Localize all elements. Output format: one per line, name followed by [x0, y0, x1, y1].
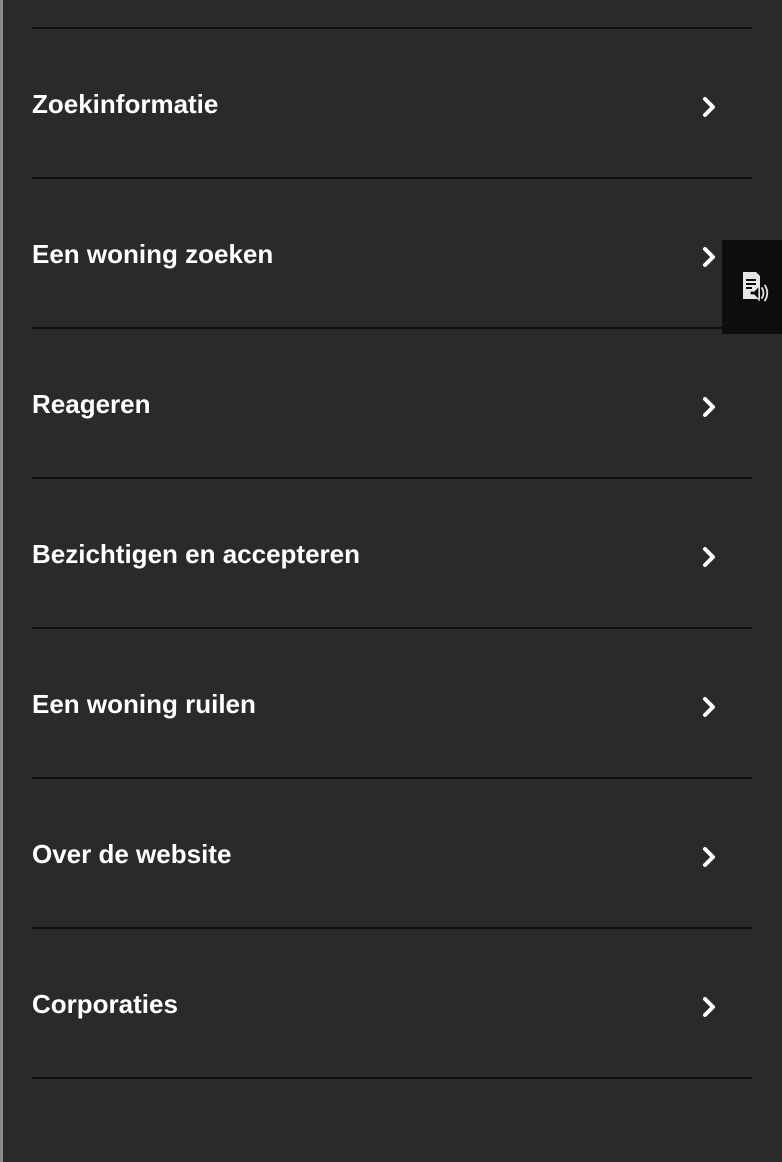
menu-item-label: Bezichtigen en accepteren [32, 539, 360, 569]
menu-item-label: Corporaties [32, 989, 178, 1019]
menu-item-label: Een woning ruilen [32, 689, 256, 719]
menu-item-bezichtigen-en-accepteren[interactable]: Bezichtigen en accepteren [32, 479, 752, 629]
menu-item-label: Zoekinformatie [32, 89, 219, 119]
chevron-right-icon [700, 395, 720, 419]
read-aloud-icon [743, 272, 769, 302]
menu-item-label: Een woning zoeken [32, 239, 274, 269]
menu-item-reageren[interactable]: Reageren [32, 329, 752, 479]
chevron-right-icon [700, 995, 720, 1019]
chevron-right-icon [700, 95, 720, 119]
chevron-right-icon [700, 545, 720, 569]
chevron-right-icon [700, 245, 720, 269]
menu-item-zoekinformatie[interactable]: Zoekinformatie [32, 29, 752, 179]
menu-item-over-de-website[interactable]: Over de website [32, 779, 752, 929]
menu-item-een-woning-zoeken[interactable]: Een woning zoeken [32, 179, 752, 329]
menu-item-label: Reageren [32, 389, 151, 419]
chevron-right-icon [700, 695, 720, 719]
menu-item-corporaties[interactable]: Corporaties [32, 929, 752, 1079]
chevron-right-icon [700, 845, 720, 869]
read-aloud-button[interactable] [722, 240, 782, 334]
navigation-menu: Zoekinformatie Een woning zoeken Reagere… [32, 27, 752, 1079]
panel-left-edge [0, 0, 3, 1162]
menu-item-een-woning-ruilen[interactable]: Een woning ruilen [32, 629, 752, 779]
menu-item-label: Over de website [32, 839, 232, 869]
